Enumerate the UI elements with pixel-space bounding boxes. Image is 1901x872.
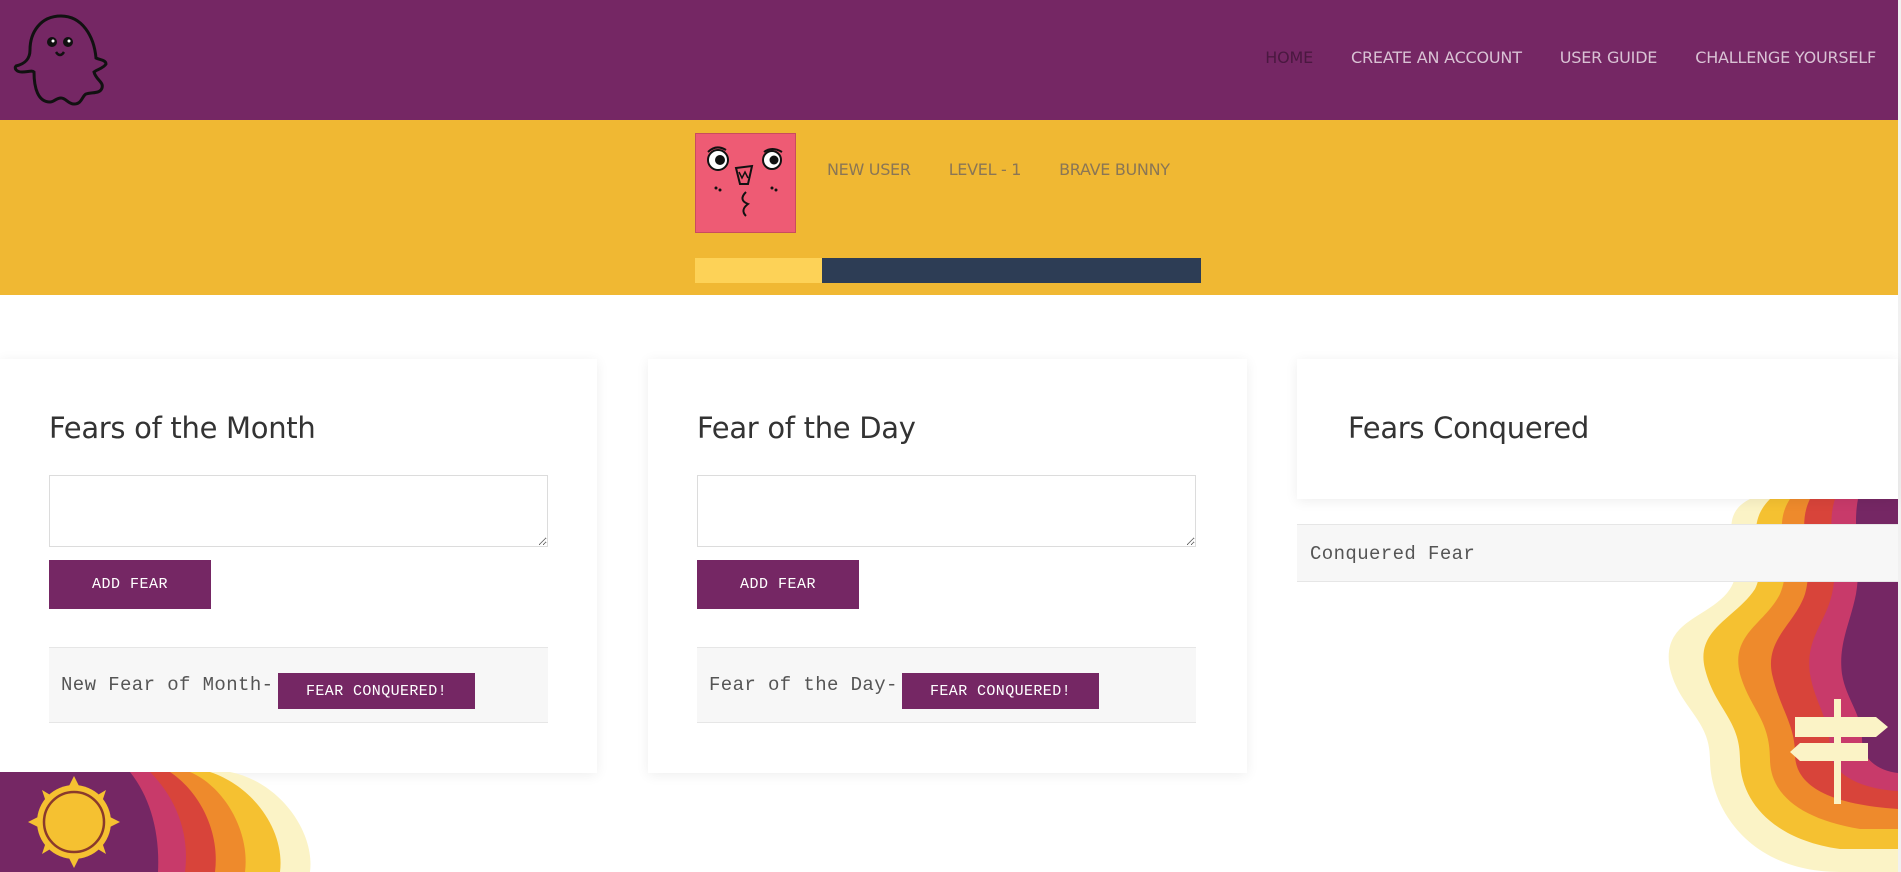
ghost-logo-icon[interactable] (10, 8, 112, 108)
add-month-fear-button[interactable]: ADD FEAR (49, 560, 211, 609)
fears-conquered-title: Fears Conquered (1348, 411, 1589, 445)
day-fear-input[interactable] (697, 475, 1196, 547)
month-fear-input[interactable] (49, 475, 548, 547)
day-fear-text: Fear of the Day- (709, 674, 898, 696)
day-fear-conquered-button[interactable]: FEAR CONQUERED! (902, 673, 1099, 709)
face-doodle-icon (707, 146, 783, 217)
level-label: LEVEL - 1 (948, 160, 1022, 179)
month-fear-conquered-button[interactable]: FEAR CONQUERED! (278, 673, 475, 709)
nav-create-account-link[interactable]: CREATE AN ACCOUNT (1351, 48, 1522, 67)
fear-of-day-title: Fear of the Day (697, 411, 916, 445)
conquered-fear-text: Conquered Fear (1310, 543, 1476, 565)
sun-decoration (0, 772, 311, 872)
profile-info: NEW USER LEVEL - 1 BRAVE BUNNY (827, 160, 1170, 179)
add-day-fear-button[interactable]: ADD FEAR (697, 560, 859, 609)
rank-label: BRAVE BUNNY (1059, 160, 1170, 179)
nav-challenge-yourself-link[interactable]: CHALLENGE YOURSELF (1695, 48, 1876, 67)
fears-of-month-title: Fears of the Month (49, 411, 316, 445)
level-progress-fill (695, 258, 822, 283)
conquered-fear-item: Conquered Fear (1297, 524, 1898, 582)
nav-home-link[interactable]: HOME (1265, 48, 1313, 67)
month-fear-item: New Fear of Month- FEAR CONQUERED! (49, 647, 548, 723)
top-navbar: HOME CREATE AN ACCOUNT USER GUIDE CHALLE… (0, 0, 1898, 120)
user-avatar (695, 133, 796, 233)
profile-band: NEW USER LEVEL - 1 BRAVE BUNNY (0, 120, 1898, 295)
month-fear-text: New Fear of Month- (61, 674, 274, 696)
day-fear-item: Fear of the Day- FEAR CONQUERED! (697, 647, 1196, 723)
main-nav: HOME CREATE AN ACCOUNT USER GUIDE CHALLE… (1265, 48, 1876, 67)
nav-user-guide-link[interactable]: USER GUIDE (1560, 48, 1658, 67)
fear-of-day-card: Fear of the Day ADD FEAR Fear of the Day… (648, 359, 1247, 773)
level-progress-bar (695, 258, 1201, 283)
fears-conquered-card: Fears Conquered (1297, 359, 1898, 499)
fears-of-month-card: Fears of the Month ADD FEAR New Fear of … (0, 359, 597, 773)
username-label: NEW USER (827, 160, 911, 179)
